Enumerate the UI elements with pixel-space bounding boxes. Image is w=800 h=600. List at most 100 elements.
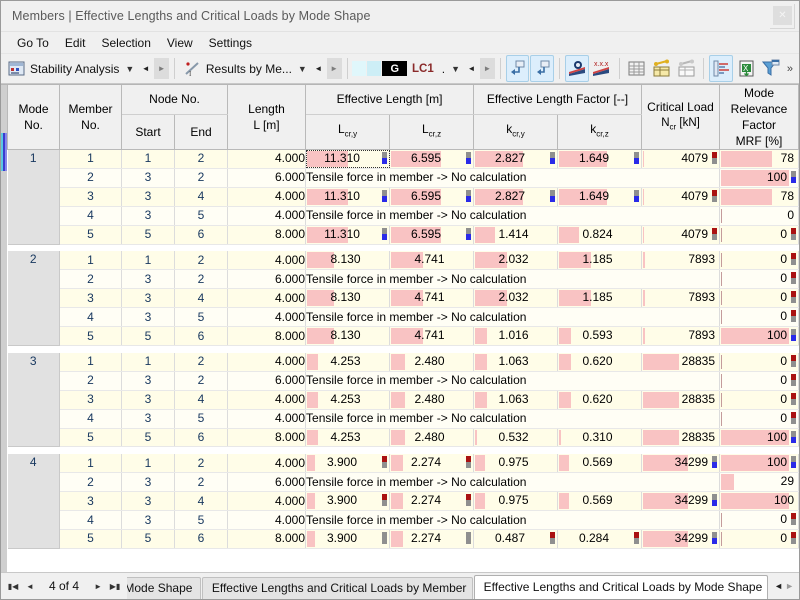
node-start-cell[interactable]: 5 (121, 326, 175, 347)
kcr-z-cell[interactable]: 0.569 (557, 454, 643, 474)
table-row[interactable]: 3 3 4 4.000 11.310 6.595 2.827 1.649 4079 78 (8, 187, 799, 207)
kcr-y-cell[interactable]: 2.827 (473, 149, 559, 169)
node-end-cell[interactable]: 6 (174, 326, 229, 347)
lcr-z-cell[interactable]: 6.595 (389, 187, 475, 207)
vertical-scrollbar-left[interactable] (1, 85, 7, 572)
member-no-cell[interactable]: 1 (59, 352, 122, 372)
table-row[interactable]: 4 3 5 4.000 Tensile force in member -> No ca… (8, 409, 799, 429)
chevron-down-icon[interactable]: ▼ (449, 64, 460, 74)
member-no-cell[interactable]: 5 (59, 326, 122, 347)
kcr-z-cell[interactable]: 0.569 (557, 491, 643, 512)
mrf-cell[interactable]: 0 (719, 390, 799, 410)
lcr-z-cell[interactable]: 2.274 (389, 529, 475, 549)
col-header-effective-length-group[interactable]: Effective Length [m] (305, 85, 475, 115)
member-no-cell[interactable]: 4 (59, 409, 122, 429)
node-start-cell[interactable]: 3 (121, 409, 175, 429)
length-cell[interactable]: 8.000 (227, 225, 307, 245)
node-end-cell[interactable]: 2 (174, 371, 229, 391)
no-calculation-message-cell[interactable]: Tensile force in member -> No calculatio… (305, 409, 721, 429)
member-no-cell[interactable]: 3 (59, 390, 122, 410)
ncr-cell[interactable]: 4079 (641, 225, 721, 245)
sheet-tab-prev-icon[interactable]: ◄ (774, 581, 783, 591)
table-row[interactable]: 3 3 4 4.000 4.253 2.480 1.063 0.620 28835 0 (8, 390, 799, 410)
lcr-y-cell[interactable]: 4.253 (305, 390, 391, 410)
length-cell[interactable]: 4.000 (227, 491, 307, 512)
sheet-tab-1[interactable]: Effective Lengths and Critical Loads by … (201, 577, 473, 599)
mrf-cell[interactable]: 0 (719, 371, 799, 391)
menu-item-edit[interactable]: Edit (57, 34, 94, 52)
mrf-cell[interactable]: 100 (719, 326, 799, 347)
length-cell[interactable]: 4.000 (227, 409, 307, 429)
kcr-y-cell[interactable]: 1.063 (473, 352, 559, 372)
kcr-z-cell[interactable]: 1.649 (557, 187, 643, 207)
kcr-y-cell[interactable]: 0.487 (473, 529, 559, 549)
analysis-prev-button[interactable]: ◄ (138, 58, 153, 79)
table-row[interactable]: 4 1 1 2 4.000 3.900 2.274 0.975 0.569 34299 100 (7, 454, 799, 549)
lcr-z-cell[interactable]: 2.274 (389, 491, 475, 512)
lcr-y-cell[interactable]: 3.900 (305, 454, 391, 474)
lcr-z-cell[interactable]: 2.480 (389, 428, 475, 448)
ncr-cell[interactable]: 28835 (641, 428, 721, 448)
ncr-cell[interactable]: 34299 (641, 491, 721, 512)
length-cell[interactable]: 8.000 (227, 428, 307, 448)
col-header-critical-load[interactable]: Critical Load Ncr [kN] (641, 85, 721, 150)
kcr-y-cell[interactable]: 1.414 (473, 225, 559, 245)
lcr-y-cell[interactable]: 11.310 (305, 187, 391, 207)
lcr-y-cell[interactable]: 4.253 (305, 352, 391, 372)
length-cell[interactable]: 4.000 (227, 187, 307, 207)
mrf-cell[interactable]: 100 (719, 454, 799, 474)
length-cell[interactable]: 6.000 (227, 269, 307, 290)
node-end-cell[interactable]: 4 (174, 491, 229, 512)
menu-item-go-to[interactable]: Go To (9, 34, 57, 52)
node-start-cell[interactable]: 1 (121, 149, 175, 169)
sheet-tab-2[interactable]: Effective Lengths and Critical Loads by … (473, 575, 769, 599)
member-no-cell[interactable]: 2 (59, 472, 122, 493)
mode-no-cell[interactable]: 4 (7, 454, 60, 549)
node-end-cell[interactable]: 6 (174, 529, 229, 549)
kcr-z-cell[interactable]: 0.620 (557, 390, 643, 410)
lcr-z-cell[interactable]: 4.741 (389, 288, 475, 309)
node-start-cell[interactable]: 3 (121, 510, 175, 530)
length-cell[interactable]: 6.000 (227, 472, 307, 493)
length-cell[interactable]: 8.000 (227, 529, 307, 549)
chevron-down-icon[interactable]: ▼ (296, 64, 307, 74)
analysis-next-button[interactable]: ► (154, 58, 170, 79)
lcr-z-cell[interactable]: 2.480 (389, 390, 475, 410)
length-cell[interactable]: 4.000 (227, 307, 307, 328)
kcr-z-cell[interactable]: 1.649 (557, 149, 643, 169)
node-end-cell[interactable]: 2 (174, 251, 229, 271)
no-calculation-message-cell[interactable]: Tensile force in member -> No calculatio… (305, 206, 721, 226)
kcr-z-cell[interactable]: 0.593 (557, 326, 643, 347)
kcr-y-cell[interactable]: 2.032 (473, 251, 559, 271)
member-no-cell[interactable]: 1 (59, 454, 122, 474)
mrf-cell[interactable]: 0 (719, 251, 799, 271)
member-no-cell[interactable]: 2 (59, 269, 122, 290)
kcr-y-cell[interactable]: 1.063 (473, 390, 559, 410)
node-start-cell[interactable]: 3 (121, 307, 175, 328)
col-header-node-end[interactable]: End (173, 114, 229, 151)
table-row[interactable]: 5 5 6 8.000 8.130 4.741 1.016 0.593 7893 100 (8, 326, 799, 347)
table-row[interactable]: 5 5 6 8.000 3.900 2.274 0.487 0.284 34299 0 (8, 529, 799, 549)
mrf-cell[interactable]: 78 (719, 149, 799, 169)
node-end-cell[interactable]: 2 (174, 454, 229, 474)
sheet-tab-0[interactable]: ...rs by Mode Shape (127, 577, 201, 599)
export-excel-button[interactable]: X (734, 55, 758, 82)
member-no-cell[interactable]: 3 (59, 288, 122, 309)
node-start-cell[interactable]: 3 (121, 269, 175, 290)
member-no-cell[interactable]: 2 (59, 371, 122, 391)
kcr-z-cell[interactable]: 0.284 (557, 529, 643, 549)
ncr-cell[interactable]: 7893 (641, 251, 721, 271)
length-cell[interactable]: 4.000 (227, 288, 307, 309)
length-cell[interactable]: 8.000 (227, 326, 307, 347)
mrf-cell[interactable]: 0 (719, 206, 799, 226)
table-row[interactable]: 3 1 1 2 4.000 4.253 2.480 1.063 0.620 28835 0 (7, 352, 799, 448)
table-row[interactable]: 2 1 1 2 4.000 8.130 4.741 2.032 1.185 7893 0 (7, 251, 799, 347)
kcr-y-cell[interactable]: 2.032 (473, 288, 559, 309)
ncr-cell[interactable]: 4079 (641, 149, 721, 169)
lcr-y-cell[interactable]: 3.900 (305, 529, 391, 549)
member-no-cell[interactable]: 3 (59, 491, 122, 512)
first-page-button[interactable]: ▮◀ (5, 577, 21, 595)
table-row[interactable]: 2 3 2 6.000 Tensile force in member -> No ca… (8, 269, 799, 290)
lcr-z-cell[interactable]: 4.741 (389, 251, 475, 271)
load-case-prev-button[interactable]: ◄ (464, 58, 479, 79)
